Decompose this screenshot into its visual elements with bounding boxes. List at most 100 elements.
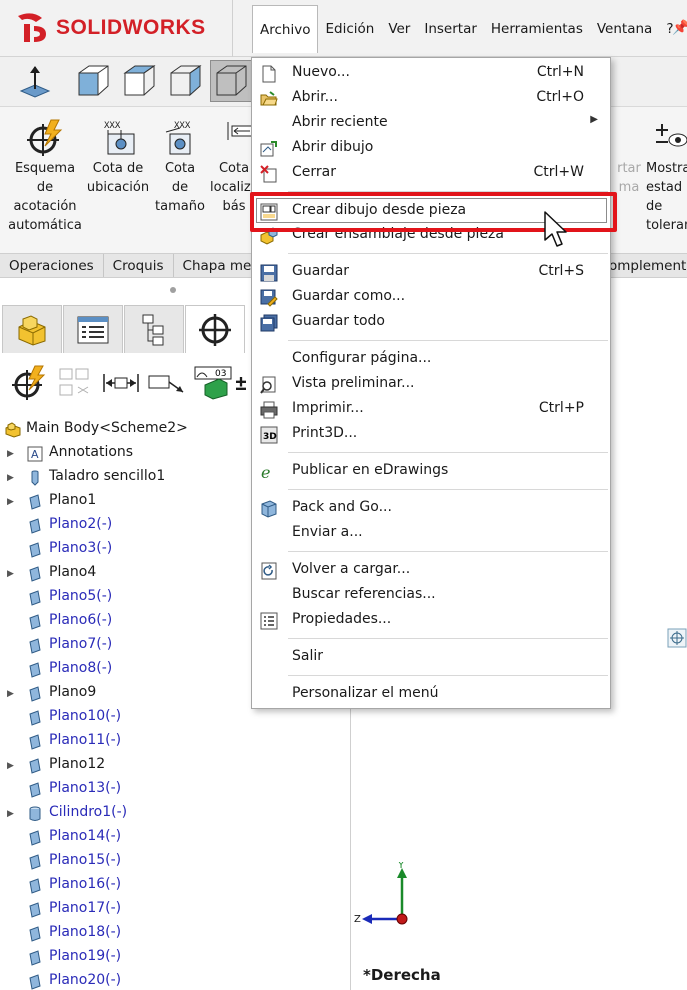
menu-item-publicar-en-edrawings[interactable]: e Publicar en eDrawings xyxy=(252,459,610,484)
show-tolerance-status-button[interactable]: Mostra estad de toleran xyxy=(646,117,687,235)
size-dimension-button[interactable]: XXX Cota de tamaño xyxy=(152,117,208,216)
panel-grip[interactable] xyxy=(170,287,176,293)
tree-item[interactable]: Plano14(-) xyxy=(0,826,351,850)
tree-item[interactable]: Plano18(-) xyxy=(0,922,351,946)
dimxpertmanager-tab[interactable] xyxy=(185,305,245,353)
menu-item-buscar-referencias[interactable]: Buscar referencias... xyxy=(252,583,610,608)
dimension-tool[interactable] xyxy=(98,363,144,403)
menu-separator xyxy=(288,452,608,453)
configurationmanager-tab[interactable] xyxy=(124,305,184,353)
mouse-cursor-icon xyxy=(544,211,567,247)
tree-item[interactable]: Plano17(-) xyxy=(0,898,351,922)
menu-item-guardar-como[interactable]: Guardar como... xyxy=(252,285,610,310)
menu-item-configurar-página[interactable]: Configurar página... xyxy=(252,347,610,372)
geometric-tolerance-tool[interactable]: 03 xyxy=(190,363,236,403)
save-all-icon xyxy=(260,314,278,332)
tree-item[interactable]: Plano19(-) xyxy=(0,946,351,970)
menu-item-label: Imprimir... xyxy=(292,400,364,416)
tree-item-label: Plano17(-) xyxy=(49,900,122,916)
more-tools[interactable]: ± xyxy=(236,363,246,403)
menu-item-enviar-a[interactable]: Enviar a... xyxy=(252,521,610,546)
tree-item[interactable]: Plano20(-) xyxy=(0,970,351,990)
autodimension-small-icon xyxy=(12,365,46,400)
expand-arrow-icon[interactable]: ▶ xyxy=(7,809,14,819)
menu-item-shortcut: Ctrl+S xyxy=(538,263,584,279)
menu-item-salir[interactable]: Salir xyxy=(252,645,610,670)
expand-arrow-icon[interactable]: ▶ xyxy=(7,569,14,579)
tree-item[interactable]: ▶ Cilindro1(-) xyxy=(0,802,351,826)
menu-item-abrir[interactable]: Abrir... Ctrl+O xyxy=(252,86,610,111)
save-as-icon xyxy=(260,289,278,307)
menubar-item-1[interactable]: Edición xyxy=(318,5,381,53)
tree-item[interactable]: Plano11(-) xyxy=(0,730,351,754)
menubar-item-0[interactable]: Archivo xyxy=(252,5,319,53)
expand-arrow-icon[interactable]: ▶ xyxy=(7,761,14,771)
menubar-item-3[interactable]: Insertar xyxy=(417,5,484,53)
expand-arrow-icon[interactable]: ▶ xyxy=(7,689,14,699)
auto-dimension-tool[interactable] xyxy=(6,363,52,403)
svg-text:03: 03 xyxy=(215,369,226,379)
menu-bar: Archivo Edición Ver Insertar Herramientas Ven… xyxy=(252,5,681,53)
menu-item-vista-preliminar[interactable]: Vista preliminar... xyxy=(252,372,610,397)
location-dimension-button[interactable]: XXX Cota de ubicación xyxy=(86,117,150,197)
tab-operaciones[interactable]: Operaciones xyxy=(0,254,104,277)
annotations-icon: A xyxy=(27,446,43,462)
tab-croquis[interactable]: Croquis xyxy=(104,254,174,277)
expand-arrow-icon[interactable]: ▶ xyxy=(7,449,14,459)
tree-item-label: Plano4 xyxy=(49,564,97,580)
menu-item-personalizar-el-menú[interactable]: Personalizar el menú xyxy=(252,682,610,707)
menu-item-cerrar[interactable]: Cerrar Ctrl+W xyxy=(252,161,610,186)
tree-item[interactable]: ▶ Plano12 xyxy=(0,754,351,778)
menu-item-pack-and-go[interactable]: Pack and Go... xyxy=(252,496,610,521)
tab-complementos[interactable]: omplemento xyxy=(606,254,687,277)
menu-item-guardar-todo[interactable]: Guardar todo xyxy=(252,310,610,335)
plane-icon xyxy=(29,950,41,966)
menu-item-print3d[interactable]: 3D Print3D... xyxy=(252,422,610,447)
menu-separator xyxy=(288,638,608,639)
tree-item-label: Plano19(-) xyxy=(49,948,122,964)
plane-icon xyxy=(29,830,41,846)
expand-arrow-icon[interactable]: ▶ xyxy=(7,473,14,483)
pattern-tool xyxy=(52,363,98,403)
tree-item-label: Plano11(-) xyxy=(49,732,122,748)
tree-item-label: Plano16(-) xyxy=(49,876,122,892)
datum-tool[interactable] xyxy=(144,363,190,403)
menu-item-guardar[interactable]: Guardar Ctrl+S xyxy=(252,260,610,285)
faded-ribbon-button: rtar ma xyxy=(617,161,641,195)
featuremanager-tab[interactable] xyxy=(2,305,62,353)
menu-item-volver-a-cargar[interactable]: Volver a cargar... xyxy=(252,558,610,583)
menu-item-abrir-reciente[interactable]: Abrir reciente ▶ xyxy=(252,111,610,136)
view-cube-front-icon[interactable] xyxy=(72,60,114,102)
tree-item-label: Plano18(-) xyxy=(49,924,122,940)
menu-item-shortcut: Ctrl+P xyxy=(538,400,584,416)
menu-item-label: Propiedades... xyxy=(292,611,392,627)
view-cube-wire-icon[interactable] xyxy=(210,60,252,102)
tree-item[interactable]: Plano15(-) xyxy=(0,850,351,874)
expand-arrow-icon[interactable]: ▶ xyxy=(7,497,14,507)
tree-item-label: Plano7(-) xyxy=(49,636,113,652)
tree-item[interactable]: Plano16(-) xyxy=(0,874,351,898)
menu-item-nuevo[interactable]: Nuevo... Ctrl+N xyxy=(252,61,610,86)
tree-item[interactable]: Plano10(-) xyxy=(0,706,351,730)
menubar-item-4[interactable]: Herramientas xyxy=(484,5,590,53)
menu-item-label: Enviar a... xyxy=(292,524,363,540)
plane-icon xyxy=(29,590,41,606)
autodimension-scheme-button[interactable]: Esquema de acotación automática xyxy=(6,117,84,235)
normal-to-icon[interactable] xyxy=(14,60,56,102)
part-tree-icon xyxy=(18,314,46,346)
axis-y-label: Y xyxy=(397,862,405,871)
pin-icon[interactable]: 📌 xyxy=(672,20,687,36)
menu-item-imprimir[interactable]: Imprimir... Ctrl+P xyxy=(252,397,610,422)
print-preview-icon xyxy=(260,376,278,394)
propertymanager-tab[interactable] xyxy=(63,305,123,353)
plane-icon xyxy=(29,686,41,702)
menu-item-abrir-dibujo[interactable]: Abrir dibujo xyxy=(252,136,610,161)
tree-item[interactable]: Plano13(-) xyxy=(0,778,351,802)
view-cube-right-icon[interactable] xyxy=(164,60,206,102)
menu-item-propiedades[interactable]: Propiedades... xyxy=(252,608,610,633)
menubar-item-5[interactable]: Ventana xyxy=(590,5,659,53)
plane-icon xyxy=(29,758,41,774)
menubar-item-2[interactable]: Ver xyxy=(381,5,417,53)
datum-arrow-icon xyxy=(148,375,184,393)
view-cube-top-icon[interactable] xyxy=(118,60,160,102)
